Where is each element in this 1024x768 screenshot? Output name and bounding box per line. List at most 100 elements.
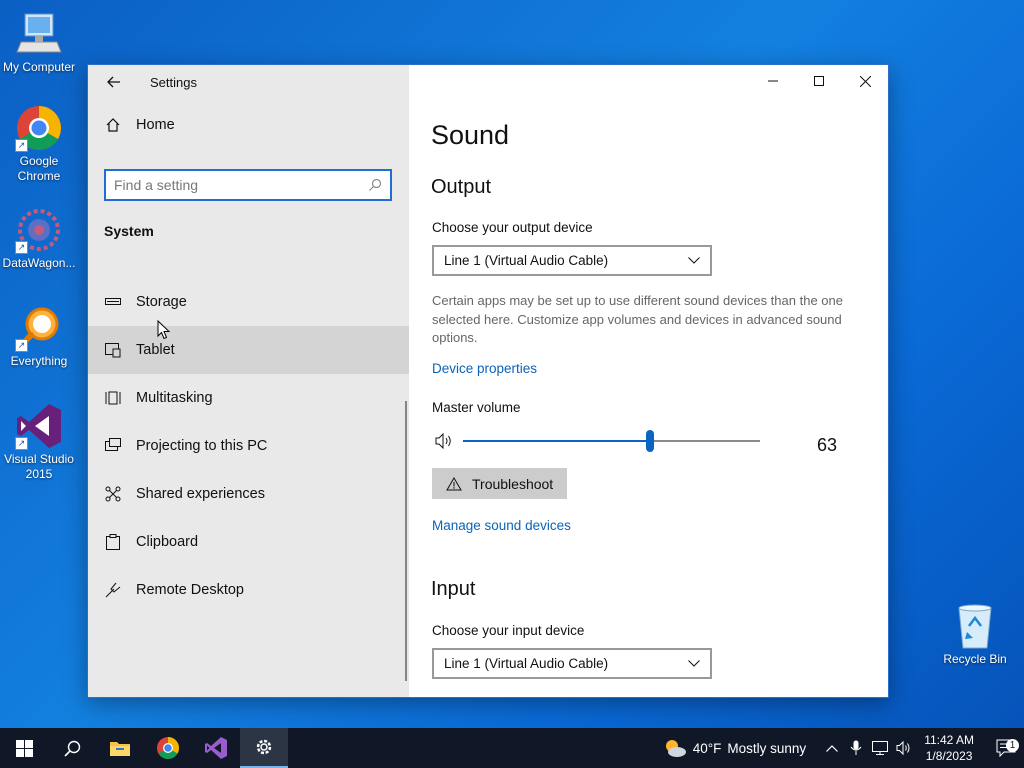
datawagon-icon: ↗ <box>15 206 63 254</box>
sidebar-item-projecting[interactable]: Projecting to this PC <box>88 422 409 470</box>
network-icon <box>872 741 889 755</box>
windows-logo-icon <box>15 739 33 757</box>
output-device-dropdown[interactable]: Line 1 (Virtual Audio Cable) <box>432 245 712 276</box>
recycle-bin-icon <box>951 602 999 650</box>
volume-tray-icon[interactable] <box>892 741 916 755</box>
master-volume-label: Master volume <box>432 400 521 415</box>
input-device-label: Choose your input device <box>432 623 585 638</box>
desktop-icon-recycle-bin[interactable]: Recycle Bin <box>936 602 1014 667</box>
maximize-button[interactable] <box>796 65 842 97</box>
sidebar-item-label: Remote Desktop <box>136 582 244 598</box>
visual-studio-icon: ↗ <box>15 402 63 450</box>
taskbar-chrome[interactable] <box>144 728 192 768</box>
sidebar-item-label: Shared experiences <box>136 486 265 502</box>
weather-partly-sunny-icon <box>665 740 686 757</box>
desktop-icon-label: Everything <box>10 354 68 368</box>
search-icon <box>63 740 80 757</box>
page-title: Sound <box>431 120 510 150</box>
sidebar-scrollbar[interactable] <box>405 401 407 681</box>
window-title: Settings <box>150 74 197 90</box>
master-volume-slider[interactable] <box>435 429 845 453</box>
back-button[interactable] <box>104 72 124 92</box>
visual-studio-icon <box>205 737 227 759</box>
sidebar-item-storage[interactable]: Storage <box>88 278 409 326</box>
taskbar-search-button[interactable] <box>48 728 96 768</box>
shared-experiences-icon <box>104 485 122 503</box>
storage-icon <box>104 293 122 311</box>
computer-icon <box>15 10 63 58</box>
desktop-icon-label: My Computer <box>2 60 76 74</box>
input-heading: Input <box>431 578 476 600</box>
weather-description: Mostly sunny <box>727 740 807 756</box>
sidebar-item-multitasking[interactable]: Multitasking <box>88 374 409 422</box>
output-device-label: Choose your output device <box>432 220 593 235</box>
sidebar-item-label: Multitasking <box>136 390 213 406</box>
desktop-icon-datawagon[interactable]: ↗ DataWagon... <box>0 206 78 271</box>
sidebar-item-remote-desktop[interactable]: Remote Desktop <box>88 566 409 614</box>
speaker-icon <box>435 433 451 449</box>
slider-thumb[interactable] <box>646 430 655 452</box>
projecting-icon <box>104 437 122 455</box>
taskbar-clock[interactable]: 11:42 AM 1/8/2023 <box>924 732 974 764</box>
settings-search[interactable] <box>104 169 392 201</box>
desktop-icon-label: Visual Studio 2015 <box>4 452 74 481</box>
sidebar-item-label: Storage <box>136 294 187 310</box>
home-label: Home <box>136 117 175 133</box>
action-center-button[interactable]: 1 <box>988 739 1024 757</box>
search-input[interactable] <box>114 177 368 193</box>
start-button[interactable] <box>0 728 48 768</box>
home-nav-item[interactable]: Home <box>88 105 409 145</box>
desktop-icon-visual-studio[interactable]: ↗ Visual Studio 2015 <box>0 402 78 482</box>
output-description: Certain apps may be set up to use differ… <box>432 293 843 345</box>
manage-sound-devices-link[interactable]: Manage sound devices <box>432 518 571 533</box>
output-device-value: Line 1 (Virtual Audio Cable) <box>444 253 609 268</box>
device-properties-link[interactable]: Device properties <box>432 361 537 376</box>
chevron-down-icon <box>688 660 700 667</box>
minimize-button[interactable] <box>750 65 796 97</box>
settings-window: Settings Home System Storage Tablet Mult… <box>87 64 889 698</box>
output-heading: Output <box>431 176 492 198</box>
sidebar-item-label: Clipboard <box>136 534 199 550</box>
maximize-icon <box>814 76 824 86</box>
taskbar-file-explorer[interactable] <box>96 728 144 768</box>
desktop-icon-label: Google Chrome <box>17 154 61 183</box>
sound-settings-page: Sound Output Choose your output device L… <box>409 65 888 697</box>
clipboard-icon <box>104 533 122 551</box>
close-icon <box>859 75 871 87</box>
desktop-icon-my-computer[interactable]: My Computer <box>0 10 78 75</box>
taskbar-settings[interactable] <box>240 728 288 768</box>
weather-widget[interactable]: 40°F Mostly sunny <box>663 738 806 758</box>
microphone-tray-icon[interactable] <box>844 740 868 756</box>
weather-temperature: 40°F <box>692 740 722 756</box>
microphone-icon <box>850 740 862 755</box>
sidebar-item-clipboard[interactable]: Clipboard <box>88 518 409 566</box>
minimize-icon <box>768 80 778 82</box>
system-tray: 40°F Mostly sunny 11:42 AM 1/8/2023 1 <box>663 728 1024 768</box>
close-button[interactable] <box>842 65 888 97</box>
troubleshoot-button[interactable]: Troubleshoot <box>432 468 567 499</box>
desktop-icon-google-chrome[interactable]: ↗ Google Chrome <box>0 104 78 184</box>
network-tray-icon[interactable] <box>868 741 892 755</box>
section-title: System <box>104 223 154 239</box>
desktop-icon-everything[interactable]: ↗ Everything <box>0 304 78 369</box>
taskbar: 40°F Mostly sunny 11:42 AM 1/8/2023 1 <box>0 728 1024 768</box>
chevron-down-icon <box>688 257 700 264</box>
show-hidden-icons-button[interactable] <box>820 744 844 752</box>
clock-time: 11:42 AM <box>924 733 974 747</box>
sidebar-item-tablet[interactable]: Tablet <box>88 326 409 374</box>
taskbar-visual-studio[interactable] <box>192 728 240 768</box>
multitasking-icon <box>104 389 122 407</box>
remote-desktop-icon <box>104 581 122 599</box>
slider-fill <box>463 440 651 442</box>
home-icon <box>106 118 120 132</box>
speaker-icon <box>896 741 910 755</box>
chrome-icon <box>157 737 179 759</box>
tablet-icon <box>104 341 122 359</box>
search-icon <box>369 178 382 191</box>
input-device-dropdown[interactable]: Line 1 (Virtual Audio Cable) <box>432 648 712 679</box>
clock-date: 1/8/2023 <box>925 749 973 763</box>
sidebar-item-label: Projecting to this PC <box>136 438 268 454</box>
troubleshoot-label: Troubleshoot <box>472 475 554 492</box>
sidebar-item-shared-experiences[interactable]: Shared experiences <box>88 470 409 518</box>
gear-icon <box>256 739 272 755</box>
